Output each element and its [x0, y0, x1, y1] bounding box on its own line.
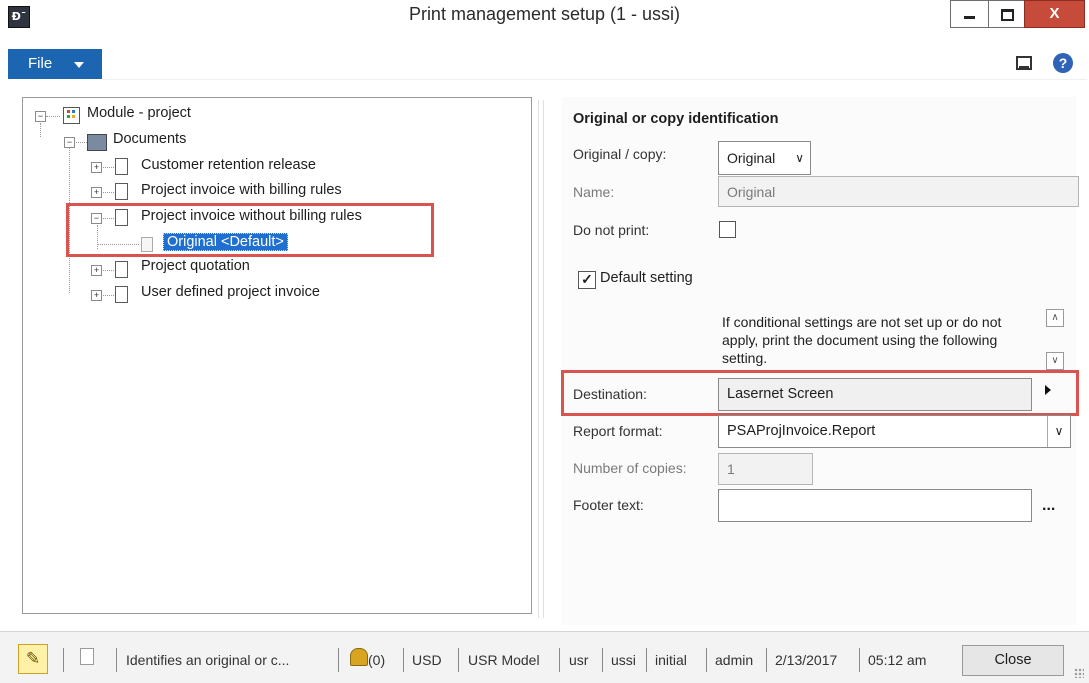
do-not-print-label: Do not print: [573, 222, 650, 238]
edit-pencil-icon[interactable]: ✎ [18, 644, 48, 674]
status-partition: initial [655, 652, 687, 668]
tree-highlight-box [66, 203, 434, 257]
default-setting-checkbox[interactable]: ✓ [578, 271, 596, 289]
destination-highlight-box [561, 370, 1079, 416]
action-pane [102, 49, 1087, 80]
report-format-label: Report format: [573, 423, 663, 439]
tree-item-user-defined-project-invoice[interactable]: User defined project invoice [141, 284, 320, 300]
info-text: If conditional settings are not set up o… [722, 314, 1002, 366]
status-currency: USD [412, 652, 442, 668]
footer-more-button[interactable]: ... [1042, 497, 1055, 515]
collapse-icon[interactable]: − [35, 111, 46, 122]
documents-folder-icon [87, 134, 107, 151]
expand-icon[interactable]: + [91, 162, 102, 173]
layout-icon[interactable] [1016, 56, 1032, 70]
report-format-select[interactable]: PSAProjInvoice.Report ∨ [718, 415, 1071, 448]
default-setting-label: Default setting [600, 270, 693, 286]
status-help-text: Identifies an original or c... [126, 652, 290, 668]
expand-icon[interactable]: + [91, 265, 102, 276]
chevron-down-icon: ∨ [795, 151, 804, 165]
document-tree[interactable]: − Module - project − Documents + Custome… [22, 97, 532, 614]
footer-text-field[interactable] [718, 489, 1032, 522]
collapse-icon[interactable]: − [64, 137, 75, 148]
original-copy-value: Original [727, 150, 776, 166]
tree-root-label[interactable]: Module - project [87, 105, 191, 121]
number-of-copies-field: 1 [718, 453, 813, 485]
status-layer: usr [569, 652, 589, 668]
status-time: 05:12 am [868, 652, 927, 668]
minimize-button[interactable] [950, 0, 988, 28]
status-user: admin [715, 652, 754, 668]
status-model: USR Model [468, 652, 540, 668]
file-menu-label: File [28, 55, 53, 72]
report-format-value: PSAProjInvoice.Report [727, 423, 876, 439]
chevron-down-icon [74, 62, 84, 68]
bell-icon[interactable] [350, 648, 368, 666]
tree-documents-label[interactable]: Documents [113, 131, 186, 147]
do-not-print-checkbox[interactable] [719, 221, 736, 238]
status-date: 2/13/2017 [775, 652, 838, 668]
scroll-down-icon[interactable]: ∨ [1046, 352, 1064, 370]
document-icon [115, 286, 128, 303]
document-icon [115, 183, 128, 200]
close-button[interactable]: Close [962, 645, 1064, 676]
document-icon [115, 158, 128, 175]
info-scrollbar[interactable]: ∧ ∨ [1046, 309, 1064, 371]
maximize-button[interactable] [988, 0, 1024, 28]
chevron-down-icon: ∨ [1047, 416, 1070, 447]
scroll-up-icon[interactable]: ∧ [1046, 309, 1064, 327]
document-icon [115, 261, 128, 278]
original-copy-label: Original / copy: [573, 146, 667, 162]
tree-item-project-invoice-with-billing-rules[interactable]: Project invoice with billing rules [141, 182, 342, 198]
original-copy-select[interactable]: Original ∨ [718, 141, 811, 175]
file-menu-button[interactable]: File [8, 49, 102, 79]
status-company: ussi [611, 652, 636, 668]
section-title: Original or copy identification [573, 111, 779, 127]
number-of-copies-label: Number of copies: [573, 460, 687, 476]
resize-grip[interactable] [1074, 668, 1084, 678]
tree-item-customer-retention-release[interactable]: Customer retention release [141, 157, 316, 173]
expand-icon[interactable]: + [91, 187, 102, 198]
expand-icon[interactable]: + [91, 290, 102, 301]
name-label: Name: [573, 184, 615, 200]
name-field: Original [718, 176, 1079, 207]
document-status-icon [80, 648, 94, 665]
panel-splitter[interactable] [538, 100, 544, 618]
help-icon[interactable]: ? [1053, 53, 1073, 73]
module-icon [63, 107, 80, 124]
tree-item-project-quotation[interactable]: Project quotation [141, 258, 250, 274]
status-alerts[interactable]: (0) [368, 652, 385, 668]
close-window-button[interactable]: X [1024, 0, 1085, 28]
window-title: Print management setup (1 - ussi) [408, 4, 681, 24]
footer-text-label: Footer text: [573, 497, 644, 513]
